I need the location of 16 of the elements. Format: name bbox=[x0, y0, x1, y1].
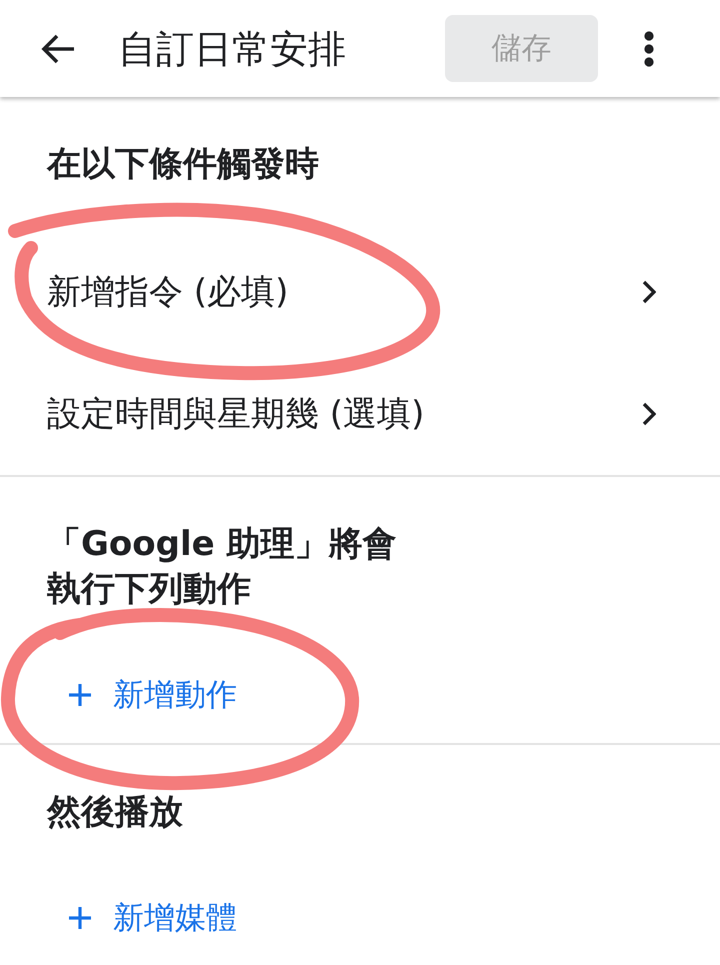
list-item[interactable]: 新增指令 (必填) bbox=[0, 231, 720, 353]
plus-icon bbox=[69, 907, 91, 929]
back-arrow-icon bbox=[40, 32, 76, 64]
add-link[interactable]: 新增媒體 bbox=[0, 870, 720, 965]
section-heading: 然後播放 bbox=[47, 791, 183, 834]
plus-icon bbox=[69, 684, 91, 706]
chevron-right-icon bbox=[642, 402, 656, 426]
chevron-right-icon bbox=[642, 280, 656, 304]
more-options-button[interactable] bbox=[642, 30, 656, 66]
section-heading: 「Google 助理」將會執行下列動作 bbox=[47, 523, 398, 611]
screen-title: 自訂日常安排 bbox=[118, 26, 346, 72]
section-heading: 在以下條件觸發時 bbox=[47, 143, 319, 186]
more-vertical-icon bbox=[642, 30, 656, 66]
back-button[interactable] bbox=[40, 32, 76, 64]
list-item[interactable]: 設定時間與星期幾 (選填) bbox=[0, 353, 720, 475]
add-link[interactable]: 新增動作 bbox=[0, 647, 720, 743]
